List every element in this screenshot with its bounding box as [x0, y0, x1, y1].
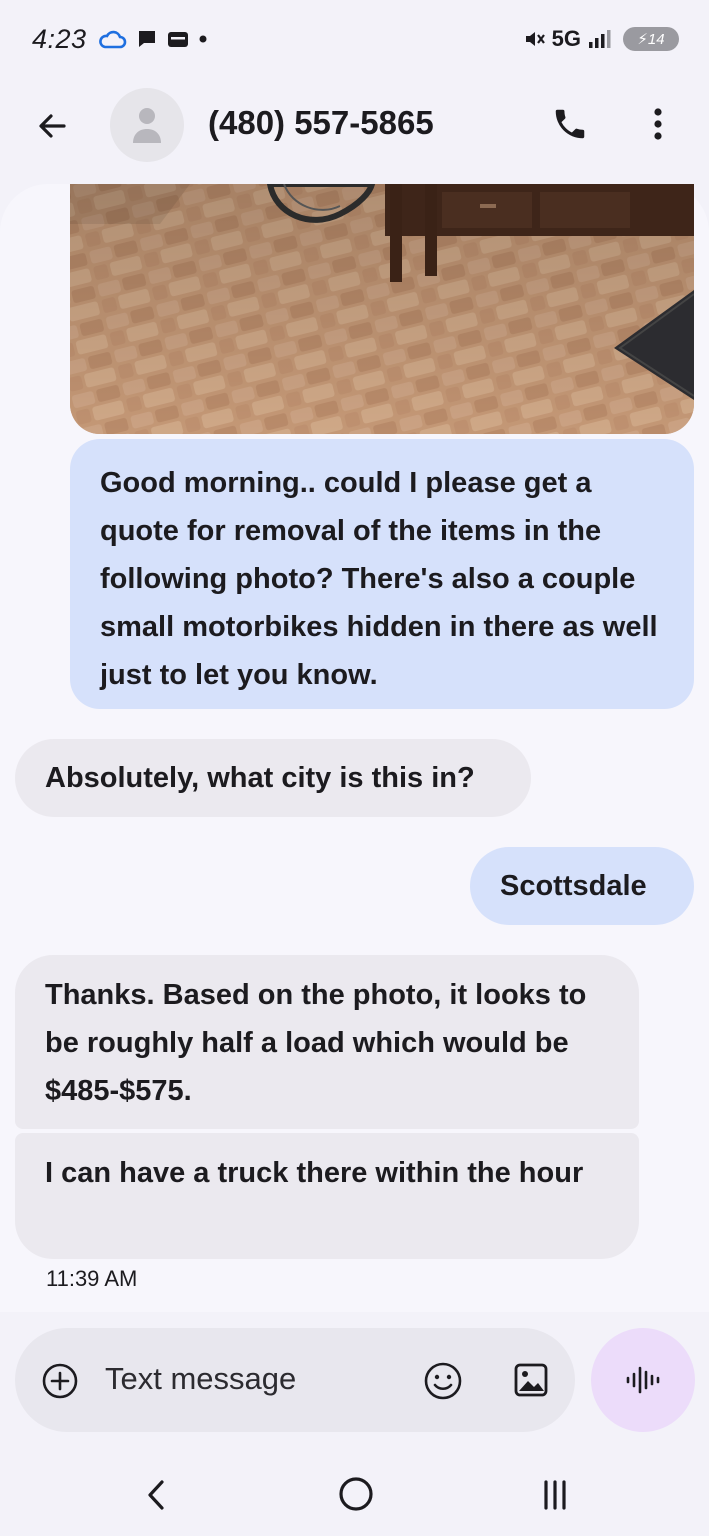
battery-level: 14 — [647, 30, 665, 48]
phone-icon — [555, 109, 585, 139]
message-incoming[interactable]: Absolutely, what city is this in? — [15, 739, 531, 817]
person-icon — [133, 108, 161, 143]
message-outgoing[interactable]: Good morning.. could I please get a quot… — [70, 439, 694, 709]
contact-name[interactable]: (480) 557-5865 — [208, 104, 434, 142]
message-outgoing[interactable]: Scottsdale — [470, 847, 694, 925]
nav-home-icon[interactable] — [336, 1474, 376, 1514]
conversation-header: (480) 557-5865 — [0, 84, 709, 164]
wallet-icon — [167, 32, 188, 47]
photo-image — [70, 184, 694, 434]
chat-bubble-icon — [138, 31, 155, 47]
status-right: 5G ⚡ 14 — [524, 26, 679, 52]
status-bar: 4:23 5G ⚡ 14 — [0, 0, 709, 78]
voice-icon — [626, 1366, 660, 1394]
notification-icons — [97, 28, 208, 50]
status-left: 4:23 — [32, 24, 208, 55]
signal-icon — [589, 30, 611, 48]
voice-message-button[interactable] — [591, 1328, 695, 1432]
message-input[interactable]: Text message — [105, 1361, 296, 1397]
message-incoming[interactable]: I can have a truck there within the hour — [15, 1133, 639, 1259]
add-circle-icon[interactable] — [41, 1362, 79, 1400]
back-button[interactable] — [30, 104, 74, 148]
arrow-left-icon — [39, 114, 66, 138]
nav-back-icon[interactable] — [140, 1476, 174, 1514]
more-options-button[interactable] — [636, 102, 680, 146]
network-label: 5G — [551, 26, 581, 51]
gallery-icon[interactable] — [513, 1362, 549, 1398]
compose-field[interactable]: Text message — [15, 1328, 575, 1432]
nav-recents-icon[interactable] — [538, 1476, 572, 1514]
status-time: 4:23 — [32, 23, 87, 54]
avatar[interactable] — [110, 88, 184, 162]
mute-icon — [525, 32, 545, 46]
cloud-icon — [98, 30, 126, 49]
message-incoming[interactable]: Thanks. Based on the photo, it looks to … — [15, 955, 639, 1129]
call-button[interactable] — [548, 102, 592, 146]
attached-photo[interactable] — [70, 184, 694, 434]
dot-icon — [199, 35, 207, 43]
message-timestamp: 11:39 AM — [46, 1266, 138, 1291]
emoji-icon[interactable] — [423, 1361, 463, 1401]
battery-indicator: ⚡ 14 — [623, 27, 679, 51]
more-vert-icon — [654, 108, 662, 140]
system-nav-bar — [0, 1452, 709, 1536]
message-list[interactable]: Good morning.. could I please get a quot… — [0, 184, 709, 1312]
battery-bolt-icon: ⚡ — [637, 31, 648, 48]
